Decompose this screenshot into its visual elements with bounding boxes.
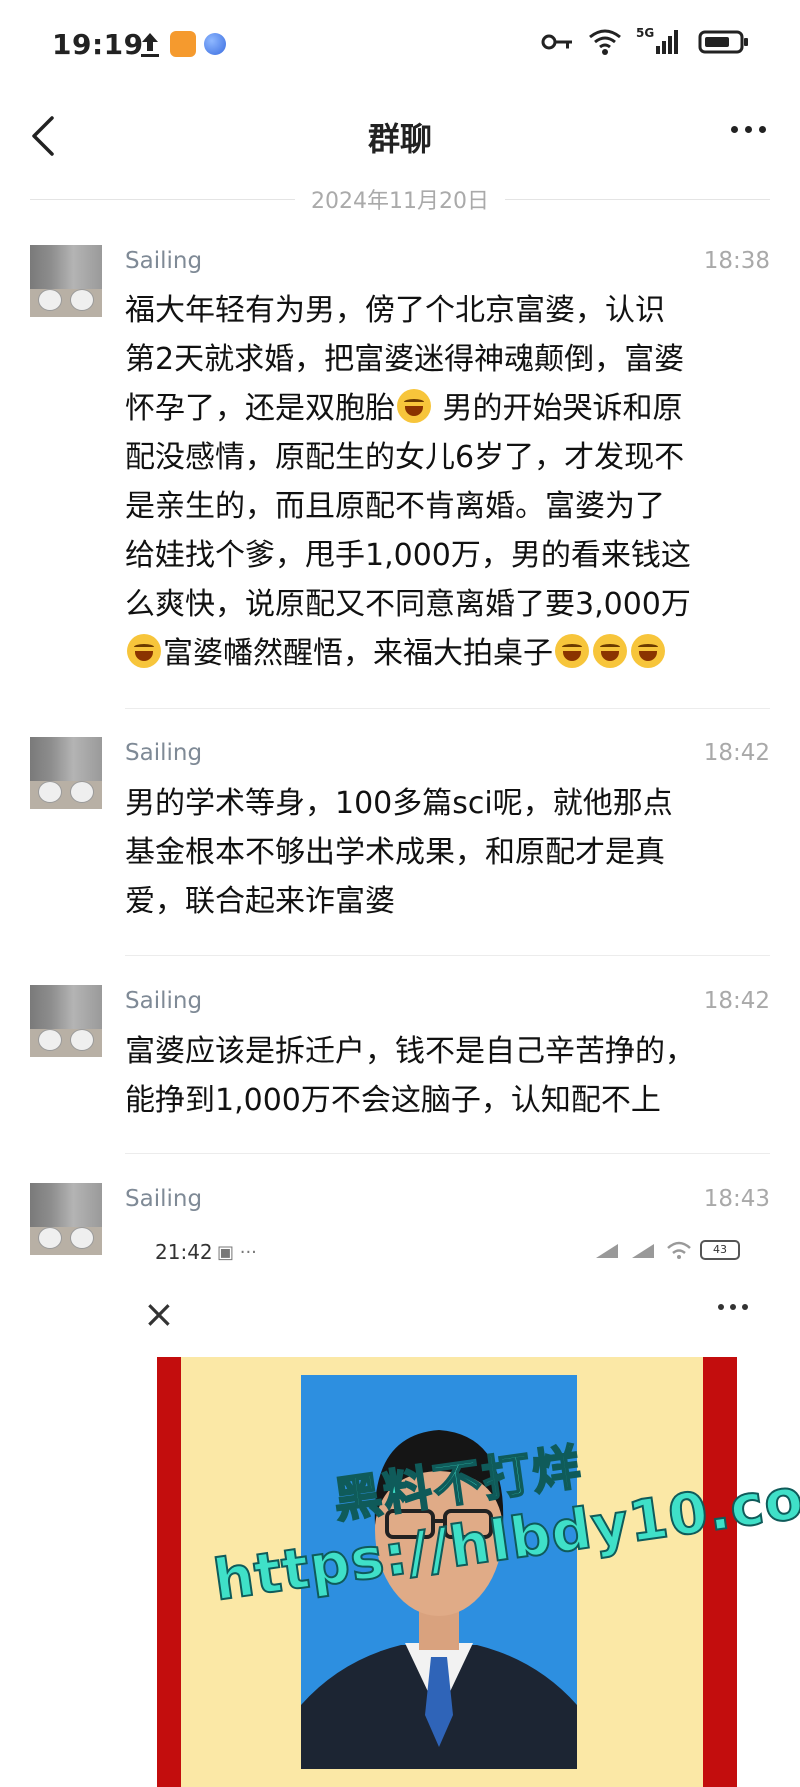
message-divider: [125, 1153, 770, 1154]
wifi-icon: [589, 29, 621, 55]
message-line: 富婆幡然醒悟，来福大拍桌子: [125, 629, 775, 678]
avatar[interactable]: [30, 985, 102, 1057]
rolling-laughing-emoji-icon: [593, 634, 627, 668]
message-text[interactable]: 福大年轻有为男，傍了个北京富婆，认识 第2天就求婚，把富婆迷得神魂颠倒，富婆 怀…: [125, 286, 775, 678]
more-options-icon: [718, 1304, 748, 1310]
divider-line: [505, 198, 771, 200]
sender-name[interactable]: Sailing: [125, 988, 202, 1014]
message-text[interactable]: 男的学术等身，100多篇sci呢，就他那点 基金根本不够出学术成果，和原配才是真…: [125, 779, 775, 926]
rolling-laughing-emoji-icon: [555, 634, 589, 668]
image-status-time: 21:42: [155, 1240, 213, 1264]
message-line: 第2天就求婚，把富婆迷得神魂颠倒，富婆: [125, 342, 685, 377]
date-separator: 2024年11月20日: [30, 182, 771, 216]
message-time: 18:42: [703, 988, 770, 1014]
more-options-icon[interactable]: [731, 126, 766, 133]
message-line: 是亲生的，而且原配不肯离婚。富婆为了: [125, 489, 665, 524]
message-text[interactable]: 富婆应该是拆迁户，钱不是自己辛苦挣的， 能挣到1,000万不会这脑子，认知配不上: [125, 1027, 775, 1125]
message-divider: [125, 708, 770, 709]
sender-name[interactable]: Sailing: [125, 740, 202, 766]
message-divider: [125, 955, 770, 956]
message-line: 富婆应该是拆迁户，钱不是自己辛苦挣的，: [125, 1034, 695, 1069]
message-line: 男的学术等身，100多篇sci呢，就他那点: [125, 786, 673, 821]
message-time: 18:38: [703, 248, 770, 274]
date-label: 2024年11月20日: [311, 189, 489, 214]
message-line: 爱，联合起来诈富婆: [125, 884, 395, 919]
message-time: 18:42: [703, 740, 770, 766]
hd-signal-icon: [596, 1244, 618, 1258]
tears-of-joy-emoji-icon: [397, 389, 431, 423]
divider-line: [30, 198, 296, 200]
battery-icon: [698, 30, 748, 54]
close-icon: ×: [143, 1292, 175, 1336]
message-line: 么爽快，说原配又不同意离婚了要3,000万: [125, 587, 691, 622]
message-line: 能挣到1,000万不会这脑子，认知配不上: [125, 1083, 661, 1118]
message-line: 给娃找个爹，甩手1,000万，男的看来钱这: [125, 538, 691, 573]
image-status-icons: ▣ ···: [217, 1242, 257, 1263]
message-line: 怀孕了，还是双胞胎 男的开始哭诉和原: [125, 389, 683, 426]
hd-signal-icon: [632, 1244, 654, 1258]
message-time: 18:43: [703, 1186, 770, 1212]
rolling-laughing-emoji-icon: [631, 634, 665, 668]
wifi-icon: [667, 1241, 691, 1259]
image-status-right-icons: 43: [594, 1240, 740, 1260]
avatar[interactable]: [30, 737, 102, 809]
key-icon: [541, 34, 572, 50]
status-notification-icons: [138, 30, 226, 58]
sender-name[interactable]: Sailing: [125, 1186, 202, 1212]
rolling-laughing-emoji-icon: [127, 634, 161, 668]
status-time: 19:19: [52, 28, 144, 61]
message-line: 福大年轻有为男，傍了个北京富婆，认识: [125, 293, 665, 328]
status-right-icons: 5G: [540, 26, 750, 56]
page-title: 群聊: [367, 120, 432, 158]
cellular-signal-icon: 5G: [636, 26, 684, 56]
avatar[interactable]: [30, 1183, 102, 1255]
chat-header: 群聊: [0, 92, 800, 192]
upload-icon: [141, 33, 159, 57]
shopping-app-icon: [170, 31, 196, 57]
message-line: 基金根本不够出学术成果，和原配才是真: [125, 835, 665, 870]
sender-name[interactable]: Sailing: [125, 248, 202, 274]
avatar[interactable]: [30, 245, 102, 317]
status-bar: 19:19 5G: [0, 0, 800, 92]
browser-app-icon: [204, 33, 226, 55]
message-line: 配没感情，原配生的女儿6岁了，才发现不: [125, 440, 685, 475]
battery-icon: 43: [700, 1240, 740, 1260]
